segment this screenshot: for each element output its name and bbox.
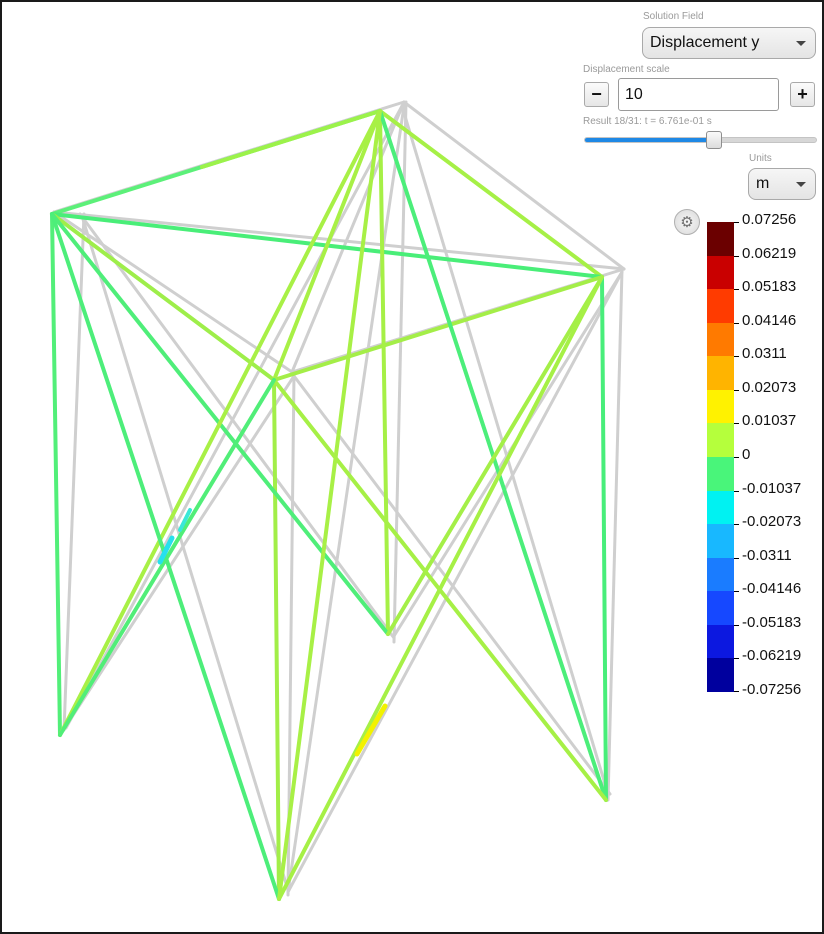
chevron-down-icon — [796, 182, 806, 187]
result-slider[interactable] — [584, 131, 817, 149]
colorbar-tick-label: 0.05183 — [742, 278, 797, 296]
colorbar-tick-label: -0.06219 — [742, 647, 802, 665]
colorbar-tick — [734, 289, 739, 291]
colorbar-tick-label: -0.07256 — [742, 681, 802, 698]
colorbar-tick — [734, 624, 739, 626]
colorbar-tick-label: -0.05183 — [742, 613, 802, 631]
colorbar-tick — [734, 423, 739, 425]
colorbar-segment — [707, 423, 734, 458]
result-slider-thumb[interactable] — [706, 131, 723, 149]
colorbar-tick-label: 0.04146 — [742, 311, 797, 329]
colorbar-tick-label: 0 — [742, 446, 751, 463]
colorbar-tick — [734, 524, 739, 526]
model-viewport[interactable]: Solution Field Displacement y Displaceme… — [0, 0, 824, 934]
solution-field-label: Solution Field — [643, 11, 704, 22]
colorbar-segment — [707, 222, 734, 257]
colorbar-tick-label: -0.0311 — [742, 546, 792, 564]
undeformed-wireframe — [52, 100, 626, 897]
colorbar-tick — [734, 255, 739, 257]
colorbar-segment — [707, 356, 734, 391]
colorbar-tick — [734, 557, 739, 559]
colorbar-segment — [707, 289, 734, 324]
colorbar-segment — [707, 389, 734, 424]
colorbar-segment — [707, 658, 734, 693]
colorbar-tick — [734, 490, 739, 492]
colorbar-tick-label: -0.02073 — [742, 513, 802, 531]
colorbar-tick — [734, 356, 739, 358]
colorbar-legend — [707, 222, 739, 693]
colorbar-tick-label: -0.01037 — [742, 479, 802, 497]
colorbar-tick-label: 0.01037 — [742, 412, 797, 430]
colorbar-tick-label: -0.04146 — [742, 580, 802, 598]
displacement-scale-input[interactable]: 10 — [618, 78, 779, 111]
solution-field-dropdown[interactable]: Displacement y — [642, 27, 816, 59]
colorbar-tick — [734, 591, 739, 593]
colorbar-tick — [734, 222, 739, 223]
units-label: Units — [749, 153, 772, 164]
colorbar-tick — [734, 691, 739, 692]
colorbar-segment — [707, 457, 734, 492]
units-dropdown[interactable]: m — [748, 168, 816, 200]
colorbar-segment — [707, 322, 734, 357]
colorbar-segment — [707, 490, 734, 525]
colorbar-tick-label: 0.06219 — [742, 244, 797, 262]
colorbar-tick — [734, 389, 739, 391]
colorbar-tick-label: 0.07256 — [742, 211, 797, 228]
result-step-text: Result 18/31: t = 6.761e-01 s — [583, 116, 712, 127]
colorbar-tick-label: 0.02073 — [742, 378, 797, 396]
result-slider-fill — [585, 138, 715, 142]
decrease-scale-button[interactable]: − — [584, 82, 609, 107]
colorbar-segment — [707, 557, 734, 592]
colorbar-tick — [734, 322, 739, 324]
units-value: m — [756, 175, 770, 192]
colorbar-tick — [734, 658, 739, 660]
increase-scale-button[interactable]: + — [790, 82, 815, 107]
solution-field-value: Displacement y — [650, 34, 760, 51]
colorbar-segment — [707, 624, 734, 659]
displacement-scale-label: Displacement scale — [583, 64, 670, 75]
colorbar-segment — [707, 524, 734, 559]
chevron-down-icon — [796, 41, 806, 46]
gear-icon[interactable]: ⚙ — [674, 209, 700, 235]
colorbar-tick-label: 0.0311 — [742, 345, 787, 363]
colorbar-segment — [707, 591, 734, 626]
colorbar-tick — [734, 457, 739, 458]
colorbar-segment — [707, 255, 734, 290]
